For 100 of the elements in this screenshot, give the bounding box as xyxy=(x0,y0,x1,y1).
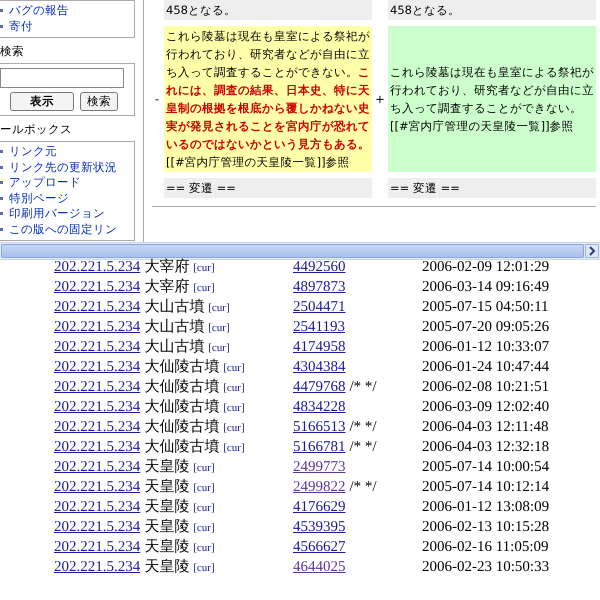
ip-link[interactable]: 202.221.5.234 xyxy=(54,438,140,457)
page-title: 大仙陵古墳 xyxy=(144,438,220,457)
page-title: 大宰府 xyxy=(144,258,190,277)
cur-link[interactable]: [cur] xyxy=(193,259,215,278)
ip-link[interactable]: 202.221.5.234 xyxy=(54,418,140,437)
toolbox-link[interactable]: 特別ページ xyxy=(0,190,134,206)
edit-date: 2006-02-09 12:01:29 xyxy=(422,258,550,277)
revision-link[interactable]: 4539395 xyxy=(293,518,346,537)
cur-link[interactable]: [cur] xyxy=(193,499,215,518)
toolbox-link[interactable]: アップロード xyxy=(0,175,134,190)
revision-link[interactable]: 2499822 xyxy=(293,478,346,497)
cur-link[interactable]: [cur] xyxy=(193,519,215,538)
cur-link[interactable]: [cur] xyxy=(223,439,245,458)
go-button[interactable]: 表示 xyxy=(10,92,74,111)
revision-link[interactable]: 4176629 xyxy=(293,498,346,517)
ip-link[interactable]: 202.221.5.234 xyxy=(54,278,140,297)
context-text: == 変遷 == xyxy=(166,180,236,197)
edit-date: 2006-03-14 09:16:49 xyxy=(422,278,550,297)
edit-date: 2005-07-15 04:50:11 xyxy=(422,298,549,317)
toolbox-link[interactable]: リンク先の更新状況 xyxy=(0,160,134,175)
page-title: 天皇陵 xyxy=(144,518,190,537)
ip-link[interactable]: 202.221.5.234 xyxy=(54,518,140,537)
revision-link[interactable]: 4492560 xyxy=(293,258,346,277)
toolbox-heading: ールボックス xyxy=(0,121,73,137)
page-title: 大仙陵古墳 xyxy=(144,418,220,437)
ip-link[interactable]: 202.221.5.234 xyxy=(54,458,140,477)
cur-link[interactable]: [cur] xyxy=(223,379,245,398)
scrollbar-thumb[interactable] xyxy=(1,244,584,258)
revision-link[interactable]: 4834228 xyxy=(293,398,346,417)
ip-link[interactable]: 202.221.5.234 xyxy=(54,338,140,357)
ip-link[interactable]: 202.221.5.234 xyxy=(54,358,140,377)
cur-link[interactable]: [cur] xyxy=(223,399,245,418)
revision-link[interactable]: 4897873 xyxy=(293,278,346,297)
edit-date: 2006-04-03 12:32:18 xyxy=(422,438,550,457)
revision-link[interactable]: 4479768 xyxy=(293,378,346,397)
cur-link[interactable]: [cur] xyxy=(223,419,245,438)
revision-link[interactable]: 4566627 xyxy=(293,538,346,557)
cur-link[interactable]: [cur] xyxy=(208,339,230,358)
page-title: 天皇陵 xyxy=(144,498,190,517)
toolbox-link[interactable]: リンク元 xyxy=(0,144,134,160)
cur-link[interactable]: [cur] xyxy=(193,459,215,478)
ip-link[interactable]: 202.221.5.234 xyxy=(54,298,140,317)
edit-date: 2006-01-24 10:47:44 xyxy=(422,358,550,377)
edit-date: 2006-02-16 11:05:09 xyxy=(422,538,549,557)
context-text: 458となる。 xyxy=(390,2,460,19)
ip-link[interactable]: 202.221.5.234 xyxy=(54,318,140,337)
ip-link[interactable]: 202.221.5.234 xyxy=(54,558,140,577)
revision-link[interactable]: 5166513 xyxy=(293,418,346,437)
cur-link[interactable]: [cur] xyxy=(193,559,215,578)
edit-date: 2006-03-09 12:02:40 xyxy=(422,398,550,417)
page-title: 大仙陵古墳 xyxy=(144,398,220,417)
sidebar-link[interactable]: バグの報告 xyxy=(0,3,134,18)
ip-link[interactable]: 202.221.5.234 xyxy=(54,478,140,497)
toolbox-link[interactable]: この版への固定リン xyxy=(0,222,134,237)
cur-link[interactable]: [cur] xyxy=(208,319,230,338)
page-title: 大山古墳 xyxy=(144,318,204,337)
page-title: 大山古墳 xyxy=(144,298,204,317)
edit-date: 2006-02-23 10:50:33 xyxy=(422,558,550,577)
revision-link[interactable]: 4644025 xyxy=(293,558,346,577)
page-title: 大宰府 xyxy=(144,278,190,297)
cur-link[interactable]: [cur] xyxy=(208,299,230,318)
revision-link[interactable]: 4174958 xyxy=(293,338,346,357)
horizontal-scrollbar[interactable] xyxy=(0,242,600,260)
search-button[interactable]: 検索 xyxy=(80,92,118,111)
page-title: 大山古墳 xyxy=(144,338,204,357)
revision-link[interactable]: 2541193 xyxy=(293,318,345,337)
revision-link[interactable]: 2504471 xyxy=(293,298,346,317)
cur-link[interactable]: [cur] xyxy=(193,539,215,558)
page-title: 大仙陵古墳 xyxy=(144,358,220,377)
search-field[interactable] xyxy=(0,68,124,88)
edit-date: 2006-01-12 10:33:07 xyxy=(422,338,550,357)
page-title: 天皇陵 xyxy=(144,558,190,577)
cur-link[interactable]: [cur] xyxy=(193,279,215,298)
edit-date: 2006-02-08 10:21:51 xyxy=(422,378,550,397)
scroll-right-icon[interactable] xyxy=(585,244,599,258)
removed-marker: - xyxy=(154,91,160,108)
revision-link[interactable]: 2499773 xyxy=(293,458,346,477)
ip-link[interactable]: 202.221.5.234 xyxy=(54,538,140,557)
edit-date: 2005-07-20 09:05:26 xyxy=(422,318,550,337)
cur-link[interactable]: [cur] xyxy=(193,479,215,498)
edit-date: 2005-07-14 10:00:54 xyxy=(422,458,550,477)
page-title: 天皇陵 xyxy=(144,538,190,557)
revision-link[interactable]: 4304384 xyxy=(293,358,346,377)
ip-link[interactable]: 202.221.5.234 xyxy=(54,258,140,277)
ip-link[interactable]: 202.221.5.234 xyxy=(54,378,140,397)
sidebar-link[interactable]: 寄付 xyxy=(0,18,134,34)
toolbox-link[interactable]: 印刷用バージョン xyxy=(0,206,134,222)
edit-date: 2006-01-12 13:08:09 xyxy=(422,498,550,517)
context-text: == 変遷 == xyxy=(390,180,460,197)
revision-link[interactable]: 5166781 xyxy=(293,438,346,457)
ip-link[interactable]: 202.221.5.234 xyxy=(54,498,140,517)
cur-link[interactable]: [cur] xyxy=(223,359,245,378)
context-text: 458となる。 xyxy=(166,2,236,19)
search-heading: 検索 xyxy=(0,43,25,59)
page-title: 天皇陵 xyxy=(144,478,190,497)
added-marker: + xyxy=(374,91,386,108)
edit-date: 2006-04-03 12:11:48 xyxy=(422,418,549,437)
ip-link[interactable]: 202.221.5.234 xyxy=(54,398,140,417)
edit-date: 2006-02-13 10:15:28 xyxy=(422,518,550,537)
edit-comment: /* */ xyxy=(350,478,377,497)
